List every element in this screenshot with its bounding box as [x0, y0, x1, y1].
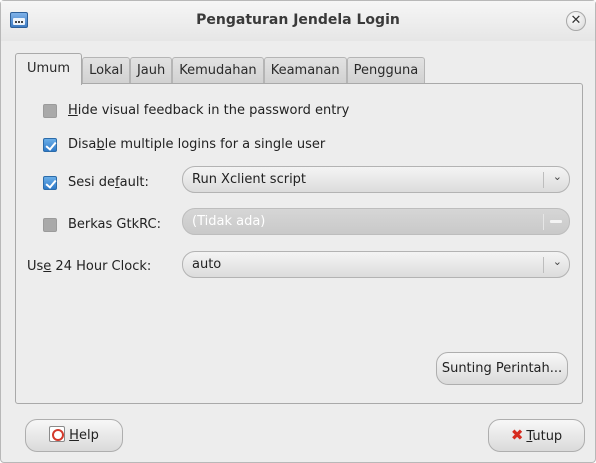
disable-multiple-option[interactable]: Disable multiple logins for a single use… — [43, 137, 582, 152]
close-x-icon: ✖ — [510, 426, 524, 444]
tab-kemudahan[interactable]: Kemudahan — [172, 57, 264, 84]
minus-icon — [550, 220, 562, 223]
default-session-combo[interactable]: Run Xclient script ⌄ — [182, 166, 570, 193]
edit-commands-button[interactable]: Sunting Perintah... — [436, 352, 568, 385]
help-icon — [49, 426, 66, 442]
chevron-down-icon: ⌄ — [552, 170, 562, 183]
tab-bar: Umum Lokal Jauh Kemudahan Keamanan Pengg… — [15, 53, 426, 85]
login-window-dialog: Pengaturan Jendela Login ✕ Umum Lokal Ja… — [0, 0, 596, 463]
close-button[interactable]: ✖ Tutup — [488, 419, 585, 452]
close-window-icon[interactable]: ✕ — [566, 11, 586, 31]
hide-feedback-checkbox[interactable] — [43, 103, 57, 118]
clock-combo[interactable]: auto ⌄ — [182, 251, 570, 278]
gtkrc-checkbox[interactable] — [43, 217, 57, 232]
tab-umum[interactable]: Umum — [15, 53, 83, 85]
gtkrc-label: Berkas GtkRC: — [68, 217, 161, 232]
disable-multiple-checkbox[interactable] — [43, 137, 57, 152]
gtkrc-value: (Tidak ada) — [192, 214, 266, 229]
tab-pengguna[interactable]: Pengguna — [346, 57, 426, 84]
default-session-checkbox[interactable] — [43, 175, 57, 190]
hide-feedback-label: Hide visual feedback in the password ent… — [68, 103, 350, 118]
help-button[interactable]: Help — [25, 419, 123, 452]
window-title: Pengaturan Jendela Login — [196, 12, 400, 28]
tab-lokal[interactable]: Lokal — [82, 57, 130, 84]
clock-value: auto — [192, 257, 222, 272]
clock-label: Use 24 Hour Clock: — [27, 259, 152, 274]
tab-panel-umum: Hide visual feedback in the password ent… — [15, 83, 583, 404]
title-bar[interactable]: Pengaturan Jendela Login ✕ — [1, 1, 595, 41]
tab-jauh[interactable]: Jauh — [129, 57, 173, 84]
default-session-value: Run Xclient script — [192, 172, 307, 187]
gtkrc-file-chooser: (Tidak ada) — [182, 208, 570, 235]
chevron-down-icon: ⌄ — [552, 255, 562, 268]
default-session-label: Sesi default: — [68, 175, 149, 190]
disable-multiple-label: Disable multiple logins for a single use… — [68, 137, 326, 152]
hide-feedback-option[interactable]: Hide visual feedback in the password ent… — [43, 103, 582, 118]
tab-keamanan[interactable]: Keamanan — [263, 57, 347, 84]
